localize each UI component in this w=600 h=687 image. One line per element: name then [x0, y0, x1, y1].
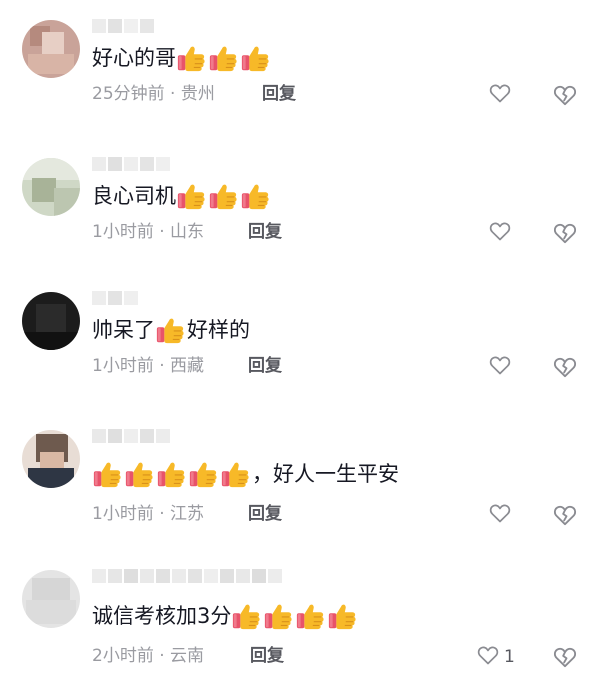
comment-meta: 25分钟前 · 贵州 [92, 83, 215, 105]
comment-location: 西藏 [170, 356, 205, 376]
heart-outline-icon [488, 81, 512, 110]
thumbs-up-emoji [208, 43, 238, 73]
comment-body: 良心司机 [92, 183, 176, 208]
avatar-pixel [28, 468, 74, 488]
like-count: 1 [504, 647, 515, 667]
comment-time: 1小时前 [92, 222, 154, 242]
reply-button[interactable]: 回复 [248, 355, 282, 377]
thumbs-up-emoji [92, 459, 122, 489]
avatar-pixel [36, 304, 66, 334]
comment-suffix: 好样的 [187, 317, 250, 342]
avatar-pixel [32, 178, 56, 202]
comment-body: 帅呆了 [92, 317, 155, 342]
reply-button[interactable]: 回复 [248, 221, 282, 243]
comment-body: 好心的哥 [92, 45, 176, 70]
thumbs-up-emoji [155, 315, 185, 345]
avatar-pixel [22, 158, 80, 180]
reply-button[interactable]: 回复 [262, 83, 296, 105]
thumbs-up-emoji [240, 181, 270, 211]
avatar-pixel [54, 188, 80, 216]
comment-text: 诚信考核加3分 [92, 600, 359, 631]
username-redacted[interactable] [92, 154, 170, 174]
avatar-pixel [28, 54, 74, 74]
comment-text: 良心司机 [92, 180, 272, 211]
avatar[interactable] [22, 20, 80, 78]
thumbs-up-emoji [220, 459, 250, 489]
like-button[interactable] [488, 502, 516, 528]
comment-text: 好心的哥 [92, 42, 272, 73]
thumbs-up-emoji [263, 601, 293, 631]
avatar-pixel [40, 452, 64, 468]
meta-separator: · [159, 356, 165, 376]
thumbs-after [231, 600, 359, 631]
heart-outline-icon [476, 643, 500, 672]
thumbs-up-emoji [124, 459, 154, 489]
thumbs-before [92, 458, 252, 489]
heart-outline-icon [488, 219, 512, 248]
comment-time: 25分钟前 [92, 84, 165, 104]
broken-heart-icon[interactable] [552, 644, 578, 670]
avatar[interactable] [22, 292, 80, 350]
like-button[interactable] [488, 82, 516, 108]
thumbs-up-emoji [188, 459, 218, 489]
comment-location: 江苏 [170, 504, 205, 524]
thumbs-after [176, 180, 272, 211]
avatar[interactable] [22, 430, 80, 488]
comment-meta: 1小时前 · 江苏 [92, 503, 204, 525]
thumbs-up-emoji [295, 601, 325, 631]
heart-outline-icon [488, 353, 512, 382]
meta-separator: · [159, 222, 165, 242]
comment-text: ，好人一生平安 [92, 458, 399, 489]
comment-location: 贵州 [180, 84, 215, 104]
comment-time: 2小时前 [92, 646, 154, 666]
thumbs-up-emoji [176, 181, 206, 211]
reply-button[interactable]: 回复 [248, 503, 282, 525]
avatar-pixel [42, 32, 64, 56]
meta-separator: · [170, 84, 176, 104]
meta-separator: · [159, 646, 165, 666]
broken-heart-icon[interactable] [552, 502, 578, 528]
comment-location: 山东 [170, 222, 205, 242]
username-redacted[interactable] [92, 426, 170, 446]
comment-meta: 1小时前 · 山东 [92, 221, 204, 243]
meta-separator: · [159, 504, 165, 524]
username-redacted[interactable] [92, 566, 282, 586]
thumbs-after [176, 42, 272, 73]
username-redacted[interactable] [92, 288, 138, 308]
avatar-pixel [22, 332, 80, 350]
thumbs-up-emoji [156, 459, 186, 489]
comment-suffix: ，好人一生平安 [252, 461, 399, 486]
comment-meta: 2小时前 · 云南 [92, 645, 204, 667]
thumbs-up-emoji [231, 601, 261, 631]
thumbs-up-emoji [208, 181, 238, 211]
comment-meta: 1小时前 · 西藏 [92, 355, 204, 377]
thumbs-up-emoji [327, 601, 357, 631]
thumbs-after [155, 314, 187, 345]
broken-heart-icon[interactable] [552, 220, 578, 246]
broken-heart-icon[interactable] [552, 354, 578, 380]
reply-button[interactable]: 回复 [250, 645, 284, 667]
comment-body: 诚信考核加3分 [92, 603, 232, 628]
comment-text: 帅呆了 好样的 [92, 314, 250, 345]
avatar[interactable] [22, 570, 80, 628]
comment-time: 1小时前 [92, 504, 154, 524]
like-button[interactable] [488, 354, 516, 380]
avatar-pixel [32, 578, 70, 600]
avatar[interactable] [22, 158, 80, 216]
comment-time: 1小时前 [92, 356, 154, 376]
like-button[interactable] [488, 220, 516, 246]
avatar-pixel [26, 600, 76, 624]
comment-location: 云南 [170, 646, 205, 666]
thumbs-up-emoji [176, 43, 206, 73]
thumbs-up-emoji [240, 43, 270, 73]
username-redacted[interactable] [92, 16, 154, 36]
like-button[interactable]: 1 [476, 644, 515, 670]
broken-heart-icon[interactable] [552, 82, 578, 108]
heart-outline-icon [488, 501, 512, 530]
